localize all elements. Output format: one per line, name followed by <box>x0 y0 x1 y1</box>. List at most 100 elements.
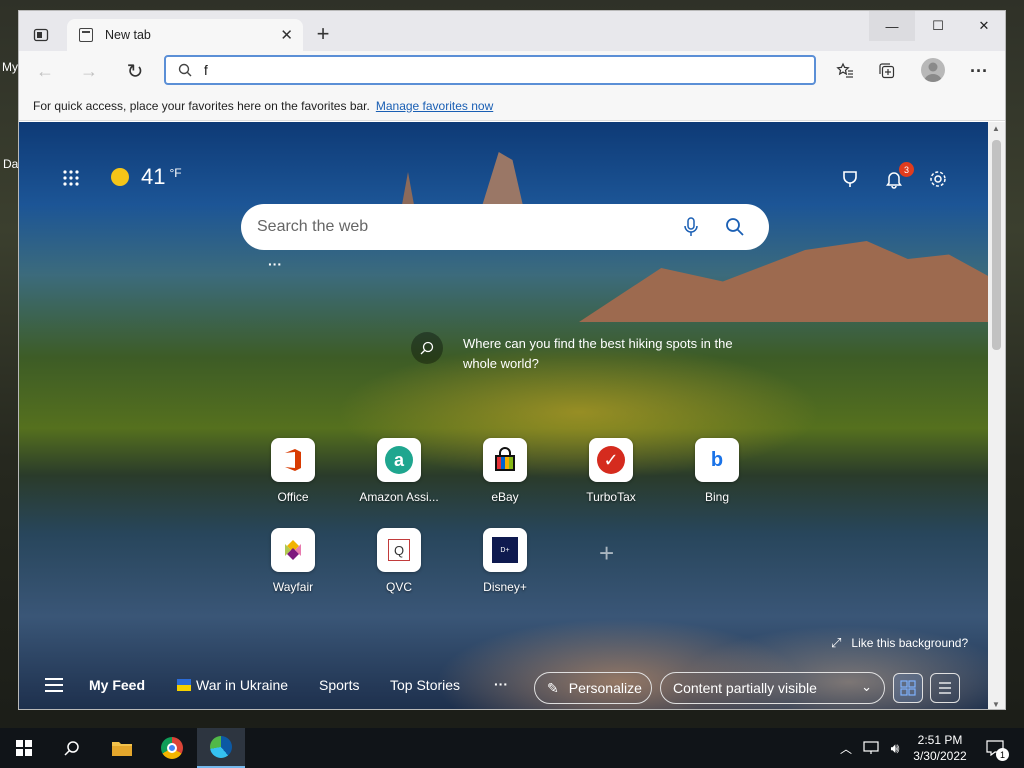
background-tip-text[interactable]: Where can you find the best hiking spots… <box>463 334 733 374</box>
feed-tab-sports[interactable]: Sports <box>319 677 359 693</box>
search-icon <box>178 63 192 77</box>
windows-icon <box>16 740 32 756</box>
clock-time: 2:51 PM <box>917 733 963 747</box>
quick-link-disney[interactable]: D+ Disney+ <box>460 528 550 594</box>
maximize-button[interactable]: ☐ <box>915 11 961 41</box>
taskbar-search-button[interactable] <box>48 728 96 768</box>
notifications-bell-icon[interactable]: 3 <box>881 162 914 192</box>
new-tab-button[interactable]: + <box>309 21 337 47</box>
action-center-button[interactable]: 1 <box>980 728 1010 768</box>
search-submit-icon[interactable] <box>725 217 745 237</box>
quick-link-label: Bing <box>704 490 730 504</box>
list-icon <box>939 682 951 694</box>
weather-unit: °F <box>169 166 182 180</box>
clock[interactable]: 2:51 PM 3/30/2022 <box>908 728 972 768</box>
browser-window: New tab ✕ + — ☐ ✕ ← → ↻ f ··· For quick … <box>18 10 1006 710</box>
tab-strip: New tab ✕ + — ☐ ✕ <box>19 11 1005 51</box>
quick-link-office[interactable]: Office <box>248 438 338 504</box>
page-settings-gear-icon[interactable] <box>925 166 951 192</box>
microphone-icon[interactable] <box>683 217 699 237</box>
apps-launcher-icon[interactable] <box>59 166 83 190</box>
ukraine-flag-icon <box>177 679 191 691</box>
settings-more-button[interactable]: ··· <box>967 59 991 83</box>
list-layout-button[interactable] <box>930 673 960 703</box>
start-button[interactable] <box>0 728 48 768</box>
minimize-button[interactable]: — <box>869 11 915 41</box>
new-tab-page: 41 °F 3 Search the web ··· Where can you… <box>19 122 990 709</box>
desktop-label-my: My <box>2 60 18 74</box>
profile-avatar[interactable] <box>921 58 945 82</box>
quick-link-label: QVC <box>385 580 412 594</box>
chevron-down-icon: ⌄ <box>861 679 872 694</box>
rewards-icon[interactable] <box>837 166 863 192</box>
address-bar[interactable]: f <box>164 55 816 85</box>
taskbar: ︿ 🔊︎ 2:51 PM 3/30/2022 1 <box>0 728 1024 768</box>
quick-link-label: eBay <box>491 490 519 504</box>
back-button[interactable]: ← <box>33 59 57 83</box>
scroll-down-arrow[interactable]: ▼ <box>992 700 1000 709</box>
address-input[interactable]: f <box>204 63 208 78</box>
quick-link-label: Disney+ <box>483 580 527 594</box>
favorites-bar: For quick access, place your favorites h… <box>19 91 1005 121</box>
content-visibility-label: Content partially visible <box>673 680 817 696</box>
quick-link-bing[interactable]: b Bing <box>672 438 762 504</box>
quick-link-wayfair[interactable]: Wayfair <box>248 528 338 594</box>
file-explorer-button[interactable] <box>98 728 146 768</box>
feed-menu-icon[interactable] <box>45 678 63 692</box>
chrome-button[interactable] <box>148 728 196 768</box>
tab-new-tab[interactable]: New tab ✕ <box>67 19 303 51</box>
vertical-scrollbar[interactable]: ▲ ▼ <box>988 122 1005 709</box>
qvc-icon: Q <box>377 528 421 572</box>
show-hidden-icons-button[interactable]: ︿ <box>836 728 856 768</box>
personalize-button[interactable]: ✎ Personalize <box>534 672 652 704</box>
content-visibility-dropdown[interactable]: Content partially visible ⌄ <box>660 672 885 704</box>
quick-link-label: TurboTax <box>586 490 636 504</box>
tip-search-icon[interactable] <box>411 332 443 364</box>
quick-link-amazon[interactable]: a Amazon Assi... <box>354 438 444 504</box>
edge-icon <box>210 736 232 758</box>
close-window-button[interactable]: ✕ <box>961 11 1005 41</box>
notifications-badge: 3 <box>899 162 914 177</box>
favorites-icon[interactable] <box>833 59 857 83</box>
quick-link-turbotax[interactable]: ✓ TurboTax <box>566 438 656 504</box>
edge-button[interactable] <box>197 728 245 768</box>
feed-more-button[interactable]: ··· <box>494 676 508 692</box>
quick-link-ebay[interactable]: eBay <box>460 438 550 504</box>
scroll-up-arrow[interactable]: ▲ <box>992 124 1000 133</box>
tab-title: New tab <box>105 28 151 42</box>
search-icon <box>64 741 79 756</box>
forward-button[interactable]: → <box>77 59 101 83</box>
sun-icon <box>111 168 129 186</box>
feed-tab-war-in-ukraine[interactable]: War in Ukraine <box>196 677 288 693</box>
scrollbar-thumb[interactable] <box>992 140 1001 350</box>
add-quick-link-button[interactable]: + <box>599 538 614 569</box>
feed-bar: My Feed War in Ukraine Sports Top Storie… <box>19 660 990 709</box>
feed-tab-my-feed[interactable]: My Feed <box>89 677 145 693</box>
quick-link-qvc[interactable]: Q QVC <box>354 528 444 594</box>
clock-date: 3/30/2022 <box>913 749 967 763</box>
folder-icon <box>112 742 132 756</box>
collections-icon[interactable] <box>875 59 899 83</box>
tab-actions-icon[interactable] <box>31 25 51 45</box>
web-search-box[interactable]: Search the web <box>241 204 769 250</box>
weather-widget[interactable]: 41 °F <box>111 164 182 190</box>
action-center-badge: 1 <box>996 748 1009 761</box>
quick-link-label: Wayfair <box>272 580 314 594</box>
grid-icon <box>900 680 916 696</box>
volume-icon[interactable]: 🔊︎ <box>884 728 906 768</box>
bing-icon: b <box>695 438 739 482</box>
office-icon <box>271 438 315 482</box>
personalize-label: Personalize <box>568 680 642 696</box>
tab-close-button[interactable]: ✕ <box>280 26 293 44</box>
search-more-button[interactable]: ··· <box>268 256 282 272</box>
weather-temp: 41 <box>141 164 166 189</box>
refresh-button[interactable]: ↻ <box>123 59 147 83</box>
feed-tab-top-stories[interactable]: Top Stories <box>390 677 460 693</box>
manage-favorites-link[interactable]: Manage favorites now <box>376 99 493 113</box>
grid-layout-button[interactable] <box>893 673 923 703</box>
amazon-icon: a <box>377 438 421 482</box>
web-search-input[interactable]: Search the web <box>257 218 368 236</box>
network-icon[interactable] <box>860 728 882 768</box>
pencil-icon: ✎ <box>547 679 559 696</box>
like-background-link[interactable]: ⤢ Like this background? <box>831 635 968 651</box>
